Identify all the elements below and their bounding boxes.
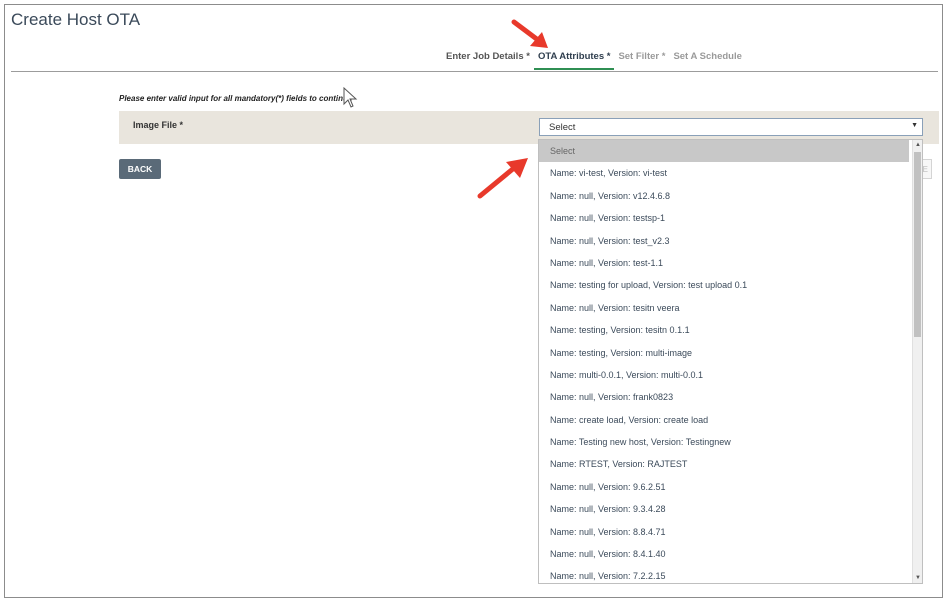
image-file-select[interactable]: Select ▼ bbox=[539, 118, 923, 136]
dropdown-option[interactable]: Name: null, Version: test_v2.3 bbox=[539, 230, 909, 252]
dropdown-option[interactable]: Name: vi-test, Version: vi-test bbox=[539, 162, 909, 184]
back-button[interactable]: BACK bbox=[119, 159, 161, 179]
red-arrow-icon bbox=[477, 158, 528, 199]
dropdown-option[interactable]: Name: null, Version: v12.4.6.8 bbox=[539, 185, 909, 207]
dropdown-option[interactable]: Name: RTEST, Version: RAJTEST bbox=[539, 453, 909, 475]
dropdown-option[interactable]: Name: null, Version: 7.2.2.15 bbox=[539, 565, 909, 583]
red-arrow-icon bbox=[511, 19, 548, 48]
dropdown-option[interactable]: Name: testing, Version: multi-image bbox=[539, 342, 909, 364]
app-frame: Create Host OTA Enter Job Details * OTA … bbox=[4, 4, 943, 598]
dropdown-scrollbar[interactable]: ▲ ▼ bbox=[912, 140, 922, 583]
step-set-filter[interactable]: Set Filter * bbox=[614, 51, 669, 70]
dropdown-option[interactable]: Name: testing, Version: tesitn 0.1.1 bbox=[539, 319, 909, 341]
scroll-thumb[interactable] bbox=[914, 152, 921, 337]
dropdown-option[interactable]: Name: create load, Version: create load bbox=[539, 409, 909, 431]
image-file-dropdown: Select Name: vi-test, Version: vi-test N… bbox=[538, 139, 923, 584]
mouse-cursor-icon bbox=[343, 87, 358, 108]
dropdown-option[interactable]: Name: null, Version: tesitn veera bbox=[539, 297, 909, 319]
dropdown-option[interactable]: Name: null, Version: 8.8.4.71 bbox=[539, 521, 909, 543]
chevron-down-icon: ▼ bbox=[911, 122, 918, 129]
dropdown-option[interactable]: Name: null, Version: testsp-1 bbox=[539, 207, 909, 229]
dropdown-option[interactable]: Name: null, Version: 9.6.2.51 bbox=[539, 476, 909, 498]
scroll-up-icon[interactable]: ▲ bbox=[913, 140, 922, 150]
dropdown-option[interactable]: Name: testing for upload, Version: test … bbox=[539, 274, 909, 296]
header-divider bbox=[11, 71, 938, 72]
page-title: Create Host OTA bbox=[11, 10, 141, 29]
select-value: Select bbox=[549, 122, 576, 133]
dropdown-option[interactable]: Name: null, Version: frank0823 bbox=[539, 386, 909, 408]
step-set-a-schedule[interactable]: Set A Schedule bbox=[669, 51, 745, 70]
dropdown-option[interactable]: Name: null, Version: test-1.1 bbox=[539, 252, 909, 274]
dropdown-option[interactable]: Name: null, Version: 8.4.1.40 bbox=[539, 543, 909, 565]
option-list: Select Name: vi-test, Version: vi-test N… bbox=[539, 140, 922, 583]
image-file-label: Image File * bbox=[133, 120, 184, 130]
dropdown-option[interactable]: Name: null, Version: 9.3.4.28 bbox=[539, 498, 909, 520]
wizard-steps: Enter Job Details * OTA Attributes * Set… bbox=[442, 51, 746, 70]
dropdown-option[interactable]: Name: multi-0.0.1, Version: multi-0.0.1 bbox=[539, 364, 909, 386]
dropdown-option[interactable]: Select bbox=[539, 140, 909, 163]
dropdown-option[interactable]: Name: Testing new host, Version: Testing… bbox=[539, 431, 909, 453]
mandatory-hint: Please enter valid input for all mandato… bbox=[119, 94, 353, 103]
scroll-down-icon[interactable]: ▼ bbox=[913, 573, 922, 583]
